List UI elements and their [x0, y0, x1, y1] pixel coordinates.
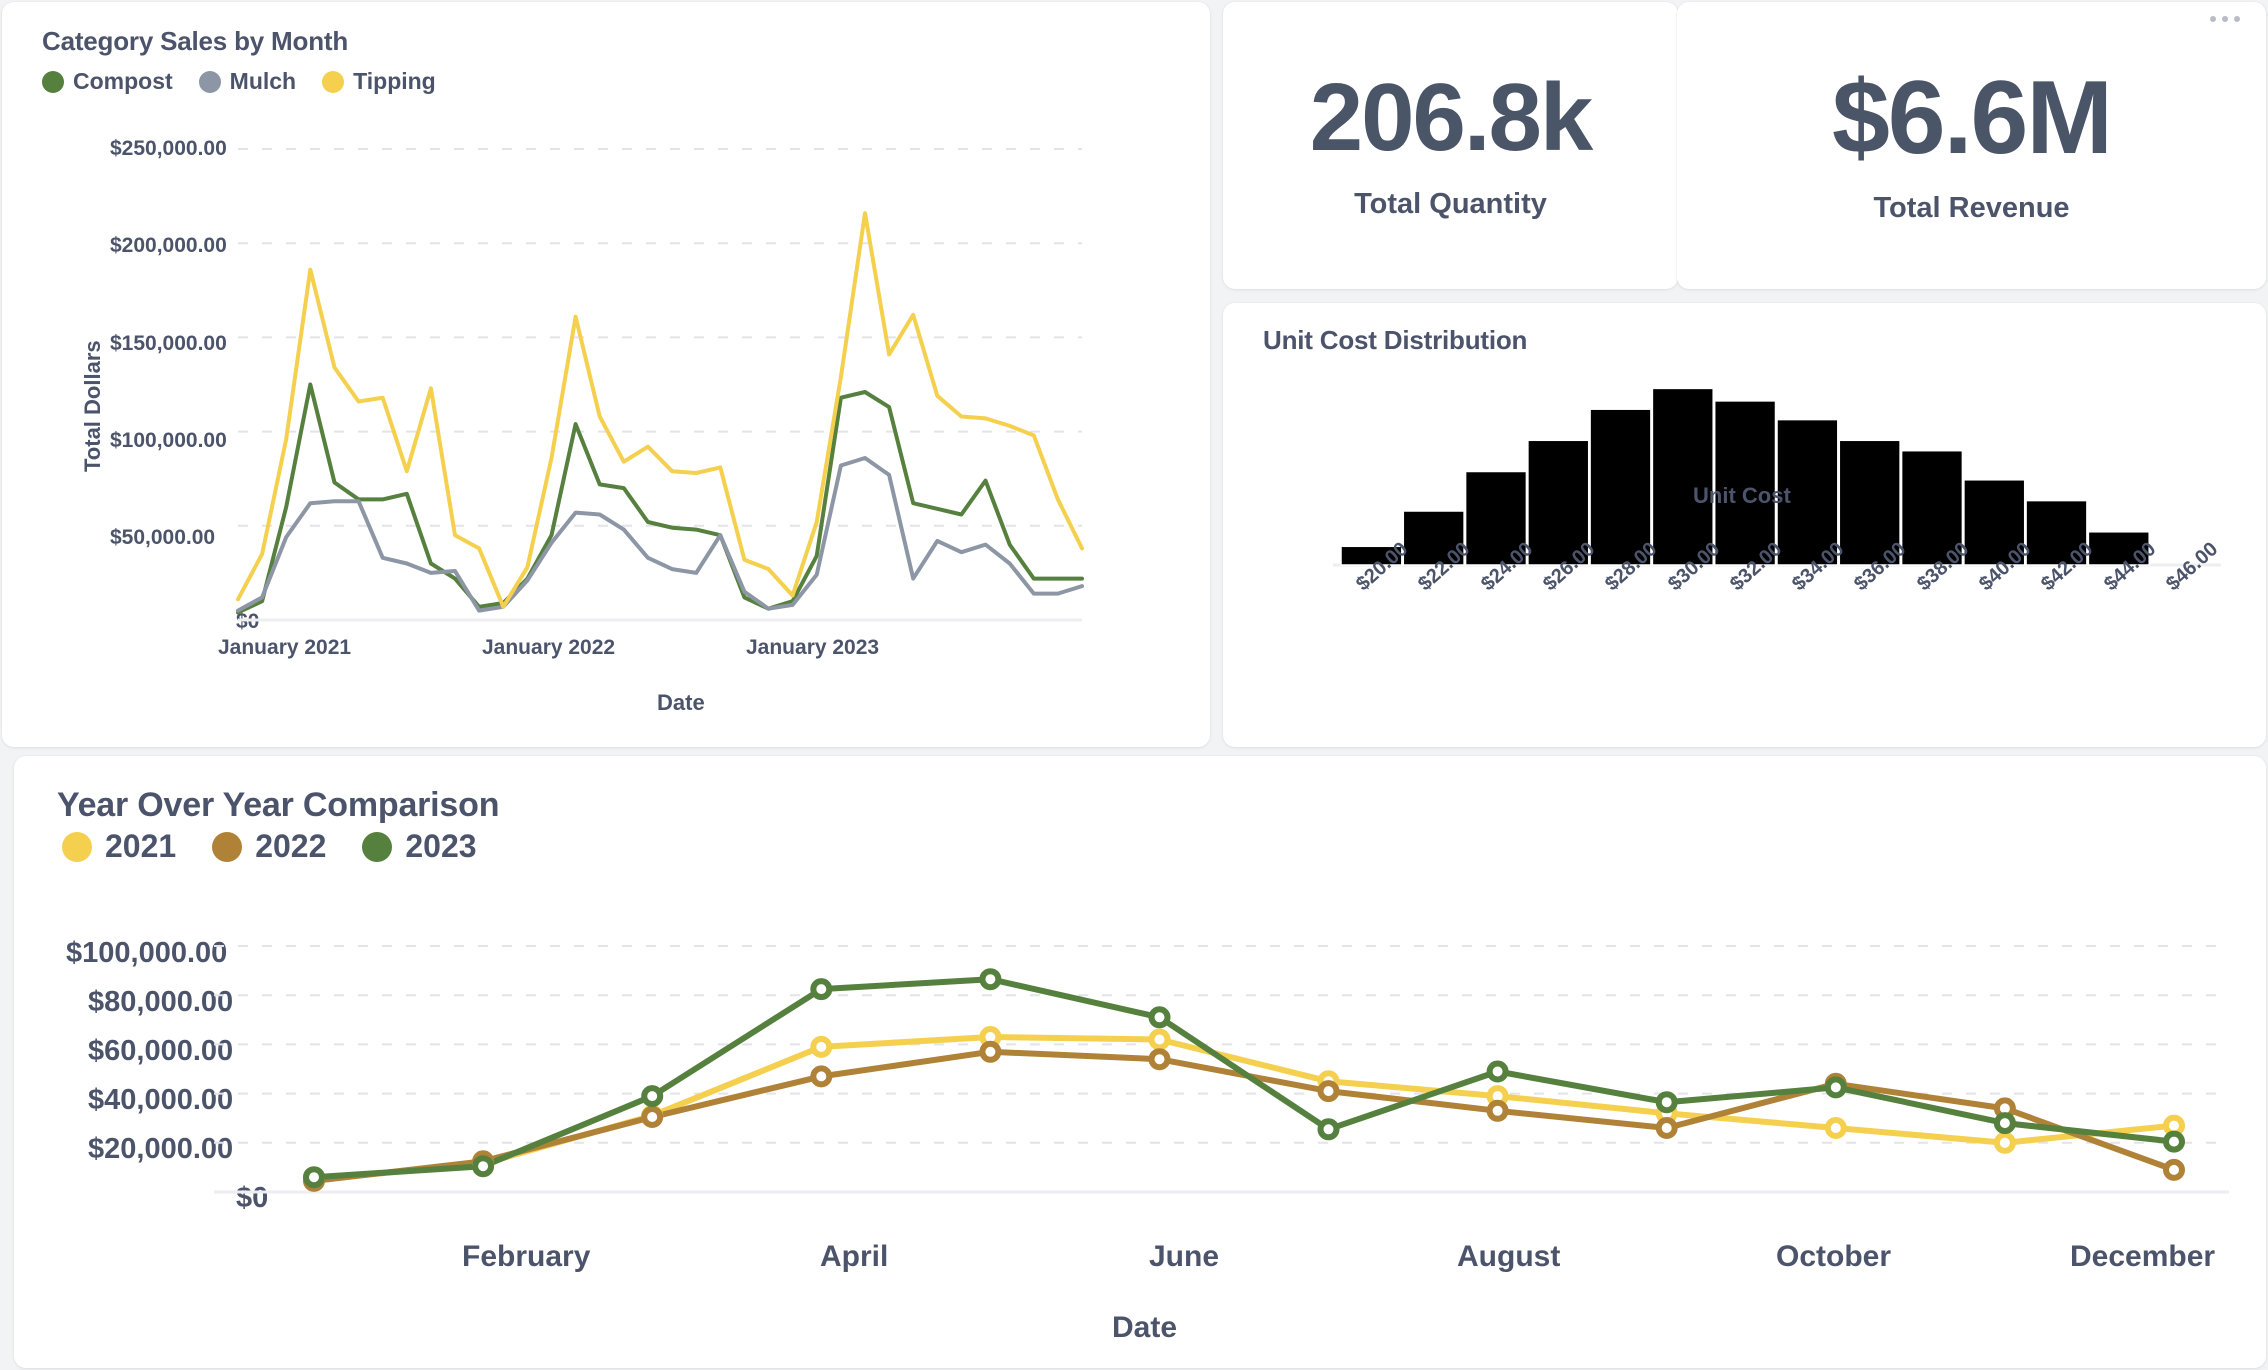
yoy-point[interactable]	[810, 1065, 833, 1088]
cs-series-mulch	[236, 456, 1084, 613]
yoy-point[interactable]	[1317, 1118, 1340, 1141]
yoy-point[interactable]	[1486, 1099, 1509, 1122]
card-total-quantity[interactable]: 206.8k Total Quantity	[1223, 2, 1678, 289]
yoy-point[interactable]	[472, 1155, 495, 1178]
kpi-label-total-revenue: Total Revenue	[1873, 192, 2070, 224]
yoy-point[interactable]	[1824, 1076, 1847, 1099]
yoy-point[interactable]	[1148, 1048, 1171, 1071]
card-year-over-year[interactable]: Year Over Year Comparison 2021 2022 2023…	[14, 756, 2266, 1368]
hist-bar[interactable]	[1651, 387, 1714, 566]
yoy-point[interactable]	[641, 1106, 664, 1128]
card-unit-cost-distribution[interactable]: Unit Cost Distribution $20.00 $22.00 $24.0…	[1223, 303, 2266, 747]
kpi-label-total-quantity: Total Quantity	[1354, 188, 1547, 220]
yoy-point[interactable]	[1655, 1091, 1678, 1114]
yoy-point[interactable]	[810, 1035, 833, 1058]
uc-x-axis-title: Unit Cost	[1693, 483, 1791, 508]
yoy-point[interactable]	[1993, 1131, 2016, 1154]
kpi-value-total-revenue: $6.6M	[1831, 60, 2113, 176]
yoy-point[interactable]	[303, 1166, 325, 1189]
card-total-revenue[interactable]: $6.6M Total Revenue	[1677, 2, 2266, 289]
yoy-point[interactable]	[2163, 1130, 2185, 1153]
category-sales-plot	[236, 148, 1084, 622]
year-over-year-plot	[214, 945, 2229, 1194]
yoy-point[interactable]	[810, 978, 833, 1001]
yoy-point[interactable]	[979, 968, 1002, 991]
dashboard-root: Category Sales by Month Compost Mulch Ti…	[0, 0, 2268, 1370]
cs-series-compost	[236, 382, 1084, 615]
yoy-point[interactable]	[2163, 1158, 2185, 1181]
yoy-point[interactable]	[1148, 1006, 1171, 1029]
yoy-point[interactable]	[641, 1085, 664, 1108]
yoy-point[interactable]	[979, 1040, 1002, 1063]
kpi-value-total-quantity: 206.8k	[1309, 64, 1594, 171]
yoy-series-2021	[311, 1034, 2177, 1183]
yoy-point[interactable]	[1148, 1028, 1171, 1051]
card-category-sales[interactable]: Category Sales by Month Compost Mulch Ti…	[2, 2, 1210, 747]
yoy-point[interactable]	[1317, 1080, 1340, 1103]
unit-cost-plot	[1333, 387, 2221, 567]
yoy-point[interactable]	[1486, 1060, 1509, 1083]
yoy-point[interactable]	[1824, 1117, 1847, 1139]
yoy-point[interactable]	[1655, 1117, 1678, 1139]
yoy-point[interactable]	[1993, 1112, 2016, 1135]
